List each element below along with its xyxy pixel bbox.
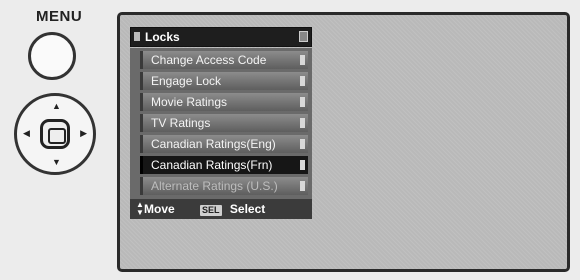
- menu-item-canadian-ratings-frn[interactable]: Canadian Ratings(Frn): [140, 156, 308, 174]
- menu-item-alternate-ratings[interactable]: Alternate Ratings (U.S.): [140, 177, 308, 195]
- menu-item-tv-ratings[interactable]: TV Ratings: [140, 114, 308, 132]
- up-arrow-icon[interactable]: ▲: [52, 102, 61, 111]
- menu-title-bar: Locks: [130, 27, 312, 47]
- move-hint: Move: [144, 202, 175, 216]
- select-hint: Select: [229, 202, 266, 216]
- menu-label: MENU: [36, 8, 83, 25]
- menu-item-engage-lock[interactable]: Engage Lock: [140, 72, 308, 90]
- locks-menu: Locks Change Access Code Engage Lock Mov…: [130, 27, 312, 219]
- menu-item-canadian-ratings-eng[interactable]: Canadian Ratings(Eng): [140, 135, 308, 153]
- right-arrow-icon[interactable]: ▶: [80, 129, 87, 138]
- sel-key-icon: SEL: [200, 205, 222, 216]
- menu-list: Change Access Code Engage Lock Movie Rat…: [130, 48, 312, 199]
- menu-button[interactable]: [28, 32, 76, 80]
- down-arrow-icon[interactable]: ▼: [52, 158, 61, 167]
- tv-screen: Locks Change Access Code Engage Lock Mov…: [117, 12, 570, 272]
- menu-title: Locks: [145, 30, 180, 44]
- select-button[interactable]: [40, 119, 70, 149]
- remote-panel: MENU ▲ ◀ ▶ ▼: [0, 0, 112, 280]
- menu-footer: ▲ ▼ Move SEL Select: [130, 199, 312, 219]
- menu-item-change-access-code[interactable]: Change Access Code: [140, 51, 308, 69]
- dpad[interactable]: ▲ ◀ ▶ ▼: [14, 93, 96, 175]
- title-tag-icon: [134, 32, 140, 41]
- menu-item-movie-ratings[interactable]: Movie Ratings: [140, 93, 308, 111]
- left-arrow-icon[interactable]: ◀: [23, 129, 30, 138]
- menu-end-icon: [299, 31, 308, 42]
- up-down-arrows-icon: ▲ ▼: [136, 200, 144, 217]
